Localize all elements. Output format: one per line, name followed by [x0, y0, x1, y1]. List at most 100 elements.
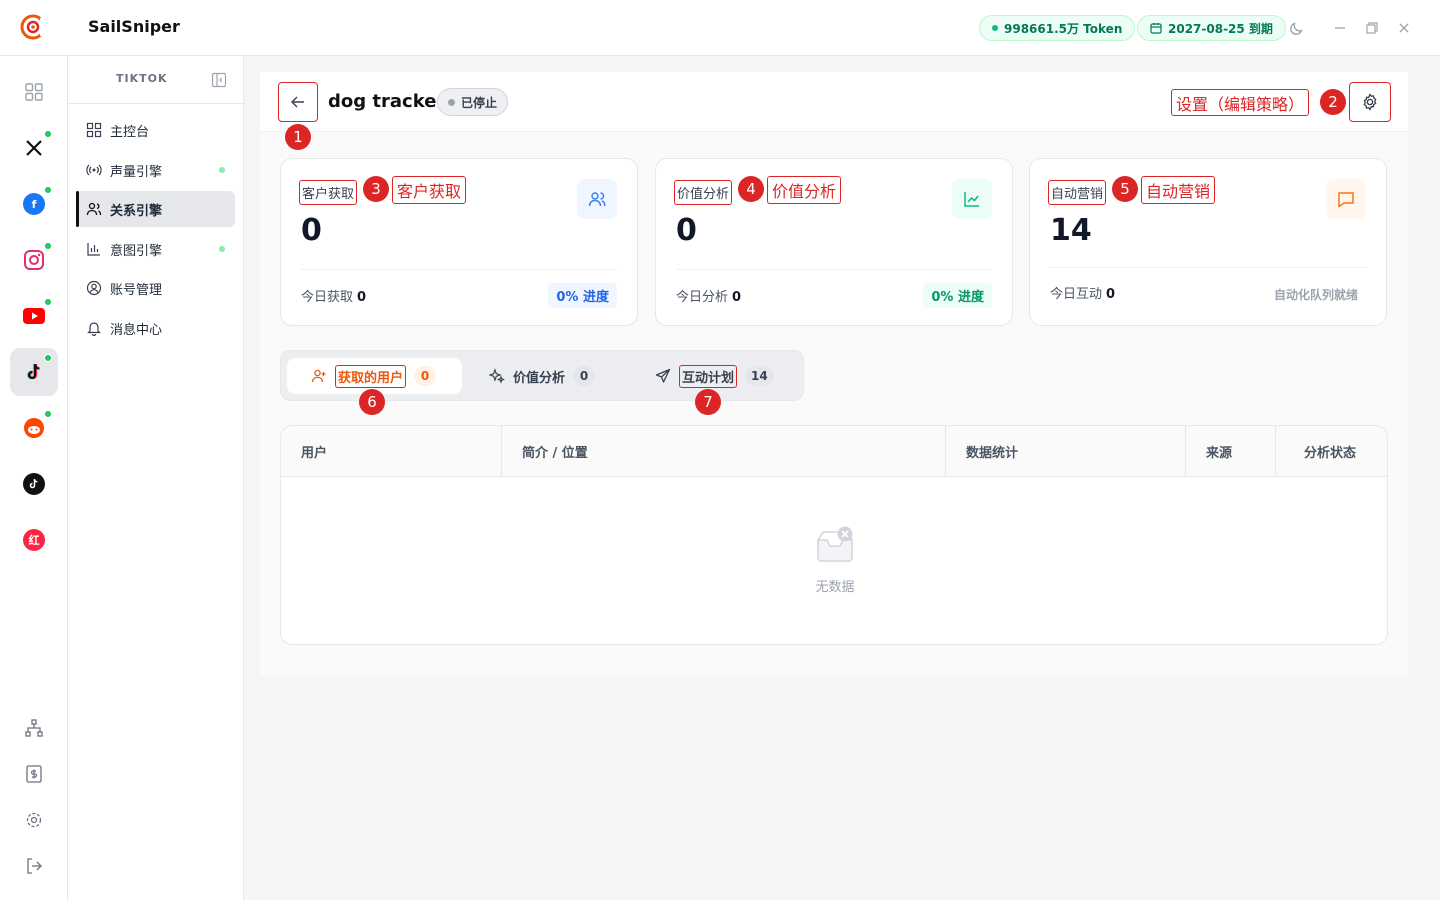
- nav-item-label: 主控台: [110, 124, 150, 140]
- today-label: 今日分析: [676, 290, 729, 305]
- card-value: 0: [676, 213, 697, 248]
- platform-rail: f 红: [0, 56, 68, 900]
- column-header-user[interactable]: 用户: [281, 426, 502, 477]
- nav-item-dashboard[interactable]: 主控台: [76, 112, 235, 148]
- rail-apps-grid[interactable]: [10, 68, 58, 116]
- annotation-marker-4: 4: [738, 176, 764, 202]
- progress-badge: 0% 进度: [923, 283, 992, 308]
- rail-facebook[interactable]: f: [10, 180, 58, 228]
- users-icon: [577, 179, 617, 219]
- billing-icon[interactable]: [22, 762, 46, 786]
- restore-icon[interactable]: [1363, 19, 1381, 37]
- annotation-marketing-label: 自动营销: [1141, 176, 1216, 204]
- rail-instagram[interactable]: [10, 236, 58, 284]
- token-balance-text: 998661.5万 Token: [1004, 21, 1123, 36]
- facebook-logo-icon: f: [23, 193, 45, 215]
- users-icon: [86, 202, 102, 216]
- sub-sidebar-header: TIKTOK: [68, 56, 243, 104]
- rail-x[interactable]: [10, 124, 58, 172]
- nav-item-label: 消息中心: [110, 322, 163, 338]
- rail-youtube[interactable]: [10, 292, 58, 340]
- nav-item-intent-engine[interactable]: 意图引擎: [76, 231, 235, 267]
- app-name: SailSniper: [88, 17, 180, 36]
- youtube-logo-icon: [23, 308, 45, 324]
- annotation-value-label: 价值分析: [767, 176, 842, 204]
- x-logo-icon: [26, 140, 42, 156]
- token-balance-badge[interactable]: 998661.5万 Token: [979, 15, 1136, 41]
- status-text: 已停止: [461, 95, 498, 110]
- nav-item-label: 关系引擎: [110, 203, 163, 219]
- sub-sidebar-title: TIKTOK: [116, 72, 168, 85]
- column-header-bio-location[interactable]: 简介 / 位置: [502, 426, 946, 477]
- annotation-marker-2: 2: [1320, 89, 1346, 115]
- tab-label: 价值分析: [513, 370, 566, 386]
- task-title: dog tracker: [328, 91, 446, 112]
- card-label: 自动营销: [1048, 180, 1107, 205]
- card-value: 0: [301, 213, 322, 248]
- progress-badge: 0% 进度: [548, 283, 617, 308]
- settings-button[interactable]: [1349, 82, 1391, 122]
- column-header-analysis-status[interactable]: 分析状态: [1276, 426, 1387, 477]
- rail-xiaohongshu[interactable]: 红: [10, 516, 58, 564]
- back-button[interactable]: [278, 82, 318, 122]
- theme-toggle-moon-icon[interactable]: [1288, 19, 1306, 37]
- sitemap-icon[interactable]: [22, 716, 46, 740]
- today-value: 0: [732, 290, 742, 305]
- sidebar-collapse-icon[interactable]: [211, 72, 227, 88]
- result-tabs: 获取的用户 0 6 价值分析 0 互动计划 14 7: [280, 350, 804, 415]
- nav-item-message-center[interactable]: 消息中心: [76, 310, 235, 346]
- card-divider: [301, 269, 617, 270]
- close-window-icon[interactable]: [1395, 19, 1413, 37]
- online-dot: [44, 130, 52, 138]
- expiry-badge[interactable]: 2027-08-25 到期: [1137, 15, 1286, 41]
- task-header: 1 dog tracker 已停止 设置（编辑策略） 2: [260, 72, 1408, 150]
- annotation-marker-5: 5: [1112, 176, 1138, 202]
- today-label: 今日获取: [301, 290, 354, 305]
- card-divider: [676, 269, 992, 270]
- top-bar: SailSniper 998661.5万 Token 2027-08-25 到期: [0, 0, 1440, 56]
- calendar-icon: [1150, 23, 1162, 34]
- nav-item-account-management[interactable]: 账号管理: [76, 270, 235, 306]
- nav-item-relationship-engine[interactable]: 关系引擎: [76, 191, 235, 227]
- online-dot: [44, 354, 52, 362]
- empty-state-text: 无数据: [815, 580, 855, 595]
- tab-interaction-plan[interactable]: 互动计划 14: [643, 358, 793, 394]
- tab-label: 获取的用户: [335, 364, 407, 388]
- today-label: 今日互动: [1050, 287, 1103, 302]
- stat-card-value-analysis: 价值分析 4 价值分析 0 今日分析 0 0% 进度: [655, 158, 1013, 326]
- expiry-text: 2027-08-25 到期: [1168, 21, 1273, 36]
- settings-gear-icon[interactable]: [22, 808, 46, 832]
- annotation-marker-6: 6: [359, 389, 385, 415]
- tiktok-logo-icon: [26, 363, 40, 380]
- status-dot: [219, 246, 225, 252]
- stat-card-customer-acquisition: 客户获取 3 客户获取 0 今日获取 0 0% 进度: [280, 158, 638, 326]
- card-divider: [1050, 267, 1366, 268]
- annotation-settings-label: 设置（编辑策略）: [1171, 89, 1310, 116]
- column-header-source[interactable]: 来源: [1186, 426, 1276, 477]
- sub-sidebar: TIKTOK 主控台 声量引擎 关系引擎 意图引擎 账号管理 消息中心: [68, 56, 244, 900]
- nav-item-label: 意图引擎: [110, 243, 163, 259]
- task-detail-panel: 1 dog tracker 已停止 设置（编辑策略） 2 客户获取 3 客户获取…: [260, 72, 1408, 677]
- status-dot: [219, 167, 225, 173]
- rail-tiktok[interactable]: [10, 348, 58, 396]
- minimize-icon[interactable]: [1331, 19, 1349, 37]
- sparkles-icon: [489, 368, 505, 384]
- column-header-stats[interactable]: 数据统计: [946, 426, 1186, 477]
- bell-icon: [87, 322, 101, 336]
- line-chart-icon: [952, 179, 992, 219]
- send-icon: [655, 368, 671, 383]
- tab-count: 0: [573, 366, 596, 386]
- queue-status-text: 自动化队列就绪: [1273, 288, 1358, 302]
- card-today-stat: 今日互动 0: [1050, 283, 1115, 302]
- empty-inbox-icon: [817, 526, 853, 562]
- tab-label: 互动计划: [679, 364, 738, 388]
- gear-icon: [1363, 93, 1377, 111]
- logout-icon[interactable]: [22, 854, 46, 878]
- nav-item-label: 声量引擎: [110, 164, 163, 180]
- nav-item-volume-engine[interactable]: 声量引擎: [76, 152, 235, 188]
- rail-reddit[interactable]: [10, 404, 58, 452]
- reddit-logo-icon: [24, 418, 44, 438]
- tab-value-analysis[interactable]: 价值分析 0: [477, 358, 617, 394]
- nav-item-label: 账号管理: [110, 282, 163, 298]
- rail-tiktok-alt[interactable]: [10, 460, 58, 508]
